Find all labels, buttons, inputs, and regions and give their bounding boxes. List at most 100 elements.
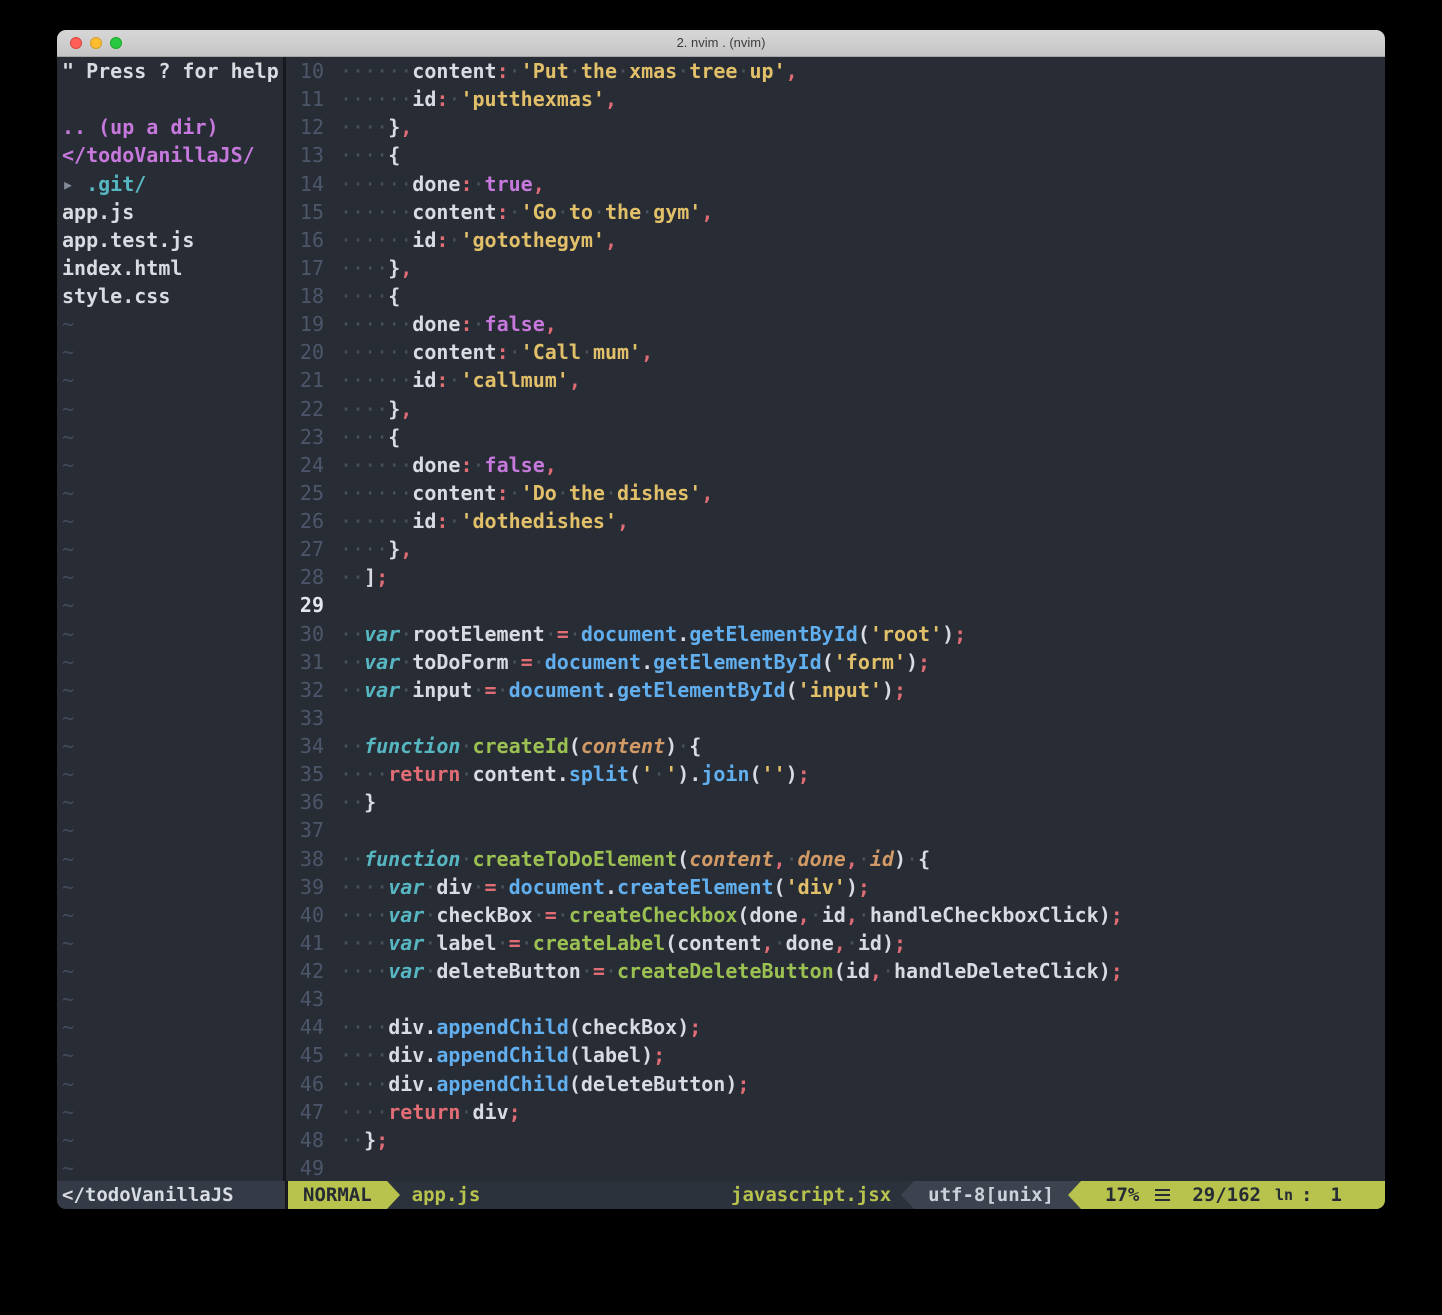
close-button[interactable]: [70, 37, 82, 49]
line-number: 47: [286, 1098, 324, 1126]
chevron-right-icon[interactable]: ▸: [62, 172, 86, 196]
terminal-window: 2. nvim . (nvim) " Press ? for help.. (u…: [57, 30, 1385, 1209]
empty-buffer-tilde: ~: [57, 816, 283, 844]
minimize-button[interactable]: [90, 37, 102, 49]
empty-buffer-tilde: ~: [57, 1126, 283, 1154]
explorer-item-file-index-html[interactable]: index.html: [57, 254, 283, 282]
line-number: 21: [286, 366, 324, 394]
code-line-38[interactable]: 38··function·createToDoElement(content,·…: [286, 845, 1385, 873]
code-line-22[interactable]: 22····},: [286, 395, 1385, 423]
empty-buffer-tilde: ~: [57, 1154, 283, 1181]
code-line-24[interactable]: 24······done:·false,: [286, 451, 1385, 479]
code-line-25[interactable]: 25······content:·'Do·the·dishes',: [286, 479, 1385, 507]
statusline-encoding: utf-8[unix]: [914, 1181, 1068, 1209]
line-number: 33: [286, 704, 324, 732]
line-number: 24: [286, 451, 324, 479]
code-line-43[interactable]: 43: [286, 985, 1385, 1013]
scroll-percent: 17%: [1105, 1181, 1139, 1209]
code-line-16[interactable]: 16······id:·'gotothegym',: [286, 226, 1385, 254]
code-line-41[interactable]: 41····var·label·=·createLabel(content,·d…: [286, 929, 1385, 957]
empty-buffer-tilde: ~: [57, 620, 283, 648]
code-line-12[interactable]: 12····},: [286, 113, 1385, 141]
code-line-20[interactable]: 20······content:·'Call·mum',: [286, 338, 1385, 366]
line-number: 12: [286, 113, 324, 141]
line-number: 22: [286, 395, 324, 423]
code-line-10[interactable]: 10······content:·'Put·the·xmas·tree·up',: [286, 57, 1385, 85]
code-line-15[interactable]: 15······content:·'Go·to·the·gym',: [286, 198, 1385, 226]
line-number: 36: [286, 788, 324, 816]
empty-buffer-tilde: ~: [57, 338, 283, 366]
empty-buffer-tilde: ~: [57, 788, 283, 816]
code-text: ····return·content.split('·').join('');: [324, 760, 810, 788]
code-line-26[interactable]: 26······id:·'dothedishes',: [286, 507, 1385, 535]
code-text: ··];: [324, 563, 388, 591]
code-text: ····div.appendChild(label);: [324, 1041, 665, 1069]
code-line-17[interactable]: 17····},: [286, 254, 1385, 282]
code-line-45[interactable]: 45····div.appendChild(label);: [286, 1041, 1385, 1069]
code-text: ····div.appendChild(deleteButton);: [324, 1070, 749, 1098]
line-number: 38: [286, 845, 324, 873]
code-text: ····var·checkBox·=·createCheckbox(done,·…: [324, 901, 1123, 929]
code-line-29[interactable]: 29: [286, 591, 1385, 619]
line-number-icon: ln: [1275, 1181, 1293, 1209]
code-text: ··function·createToDoElement(content,·do…: [324, 845, 930, 873]
code-line-36[interactable]: 36··}: [286, 788, 1385, 816]
line-number: 32: [286, 676, 324, 704]
code-line-39[interactable]: 39····var·div·=·document.createElement('…: [286, 873, 1385, 901]
code-line-28[interactable]: 28··];: [286, 563, 1385, 591]
empty-buffer-tilde: ~: [57, 901, 283, 929]
explorer-item-dir-git[interactable]: ▸ .git/: [57, 170, 283, 198]
empty-buffer-tilde: ~: [57, 591, 283, 619]
empty-buffer-tilde: ~: [57, 760, 283, 788]
code-line-19[interactable]: 19······done:·false,: [286, 310, 1385, 338]
code-line-46[interactable]: 46····div.appendChild(deleteButton);: [286, 1070, 1385, 1098]
code-text: ······done:·false,: [324, 451, 557, 479]
code-line-35[interactable]: 35····return·content.split('·').join('')…: [286, 760, 1385, 788]
code-text: ····},: [324, 254, 412, 282]
code-line-48[interactable]: 48··};: [286, 1126, 1385, 1154]
explorer-item-file-app-js[interactable]: app.js: [57, 198, 283, 226]
powerline-separator-icon: [1068, 1181, 1081, 1209]
code-text: ······content:·'Do·the·dishes',: [324, 479, 713, 507]
code-line-42[interactable]: 42····var·deleteButton·=·createDeleteBut…: [286, 957, 1385, 985]
empty-buffer-tilde: ~: [57, 1070, 283, 1098]
code-line-30[interactable]: 30··var·rootElement·=·document.getElemen…: [286, 620, 1385, 648]
line-number: 14: [286, 170, 324, 198]
code-line-33[interactable]: 33: [286, 704, 1385, 732]
explorer-item-file-style-css[interactable]: style.css: [57, 282, 283, 310]
code-line-23[interactable]: 23····{: [286, 423, 1385, 451]
code-line-32[interactable]: 32··var·input·=·document.getElementById(…: [286, 676, 1385, 704]
empty-buffer-tilde: ~: [57, 704, 283, 732]
explorer-item-file-app-test-js[interactable]: app.test.js: [57, 226, 283, 254]
line-number: 40: [286, 901, 324, 929]
code-line-37[interactable]: 37: [286, 816, 1385, 844]
code-line-14[interactable]: 14······done:·true,: [286, 170, 1385, 198]
code-line-11[interactable]: 11······id:·'putthexmas',: [286, 85, 1385, 113]
code-line-40[interactable]: 40····var·checkBox·=·createCheckbox(done…: [286, 901, 1385, 929]
code-line-27[interactable]: 27····},: [286, 535, 1385, 563]
code-line-31[interactable]: 31··var·toDoForm·=·document.getElementBy…: [286, 648, 1385, 676]
code-text: ······content:·'Go·to·the·gym',: [324, 198, 713, 226]
explorer-item-tree-root: </todoVanillaJS/: [57, 141, 283, 169]
line-number: 35: [286, 760, 324, 788]
titlebar[interactable]: 2. nvim . (nvim): [57, 30, 1385, 57]
line-number: 10: [286, 57, 324, 85]
code-line-44[interactable]: 44····div.appendChild(checkBox);: [286, 1013, 1385, 1041]
code-text: ····var·label·=·createLabel(content,·don…: [324, 929, 906, 957]
empty-buffer-tilde: ~: [57, 310, 283, 338]
empty-buffer-tilde: ~: [57, 676, 283, 704]
window-title: 2. nvim . (nvim): [57, 30, 1385, 56]
code-line-18[interactable]: 18····{: [286, 282, 1385, 310]
zoom-button[interactable]: [110, 37, 122, 49]
empty-buffer-tilde: ~: [57, 395, 283, 423]
line-number: 43: [286, 985, 324, 1013]
code-line-49[interactable]: 49: [286, 1154, 1385, 1181]
code-line-21[interactable]: 21······id:·'callmum',: [286, 366, 1385, 394]
statusline-position: 17% 29/162 ln : 1: [1081, 1181, 1385, 1209]
code-line-34[interactable]: 34··function·createId(content)·{: [286, 732, 1385, 760]
empty-buffer-tilde: ~: [57, 1098, 283, 1126]
code-line-13[interactable]: 13····{: [286, 141, 1385, 169]
code-line-47[interactable]: 47····return·div;: [286, 1098, 1385, 1126]
explorer-item-up-a-dir[interactable]: .. (up a dir): [57, 113, 283, 141]
line-number: 44: [286, 1013, 324, 1041]
